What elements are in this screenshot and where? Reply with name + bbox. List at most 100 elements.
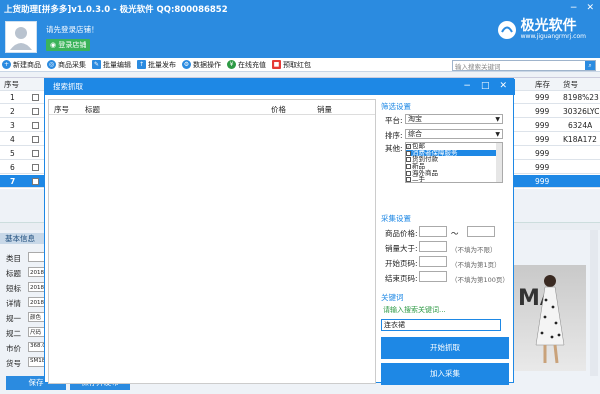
- batch-edit-button[interactable]: ✎ 批量编辑: [92, 60, 131, 70]
- platform-value: 淘宝: [408, 115, 422, 123]
- field-label: 短标: [6, 284, 21, 293]
- row-sku: 6324A: [568, 120, 593, 130]
- search-placeholder: 输入搜索关键词: [455, 62, 501, 71]
- option-item[interactable]: 二手: [406, 175, 502, 183]
- redpacket-button[interactable]: ■ 预取红包: [272, 60, 311, 70]
- search-input[interactable]: 输入搜索关键词 ⌕: [452, 60, 596, 71]
- end-page-input[interactable]: [419, 271, 447, 282]
- row-stock: 999: [535, 106, 550, 116]
- user-icon: [10, 27, 32, 50]
- field-label: 市价: [6, 344, 21, 353]
- row-sku: 30326LYC: [563, 106, 600, 116]
- collect-section-title: 采集设置: [381, 214, 411, 223]
- field-label: 标题: [6, 269, 21, 278]
- app-title: 上货助理[拼多多]v1.0.3.0 - 极光软件 QQ:800086852: [4, 5, 228, 15]
- toolbar-label: 在线充值: [238, 60, 266, 69]
- batch-publish-button[interactable]: ↑ 批量发布: [137, 60, 176, 70]
- dialog-maximize-button[interactable]: □: [481, 81, 490, 91]
- price-min-input[interactable]: [419, 226, 447, 237]
- publish-icon: ↑: [137, 60, 146, 69]
- platform-label: 平台:: [385, 116, 403, 125]
- recharge-button[interactable]: ¥ 在线充值: [227, 60, 266, 70]
- other-label: 其他:: [385, 144, 403, 153]
- login-hint: 请先登录店铺！: [46, 25, 99, 34]
- person-icon: ◉: [50, 41, 57, 49]
- row-stock: 999: [535, 134, 550, 144]
- vertical-scrollbar[interactable]: [590, 230, 598, 376]
- sales-min-input[interactable]: [419, 241, 447, 252]
- minimize-button[interactable]: −: [570, 3, 578, 13]
- field-label: 详情: [6, 299, 21, 308]
- header-divider: [49, 114, 375, 115]
- chevron-down-icon: ▼: [495, 116, 500, 123]
- row-seq: 7: [10, 176, 16, 186]
- col-sku: 货号: [563, 79, 578, 89]
- basic-info-tab[interactable]: 基本信息: [0, 233, 46, 244]
- filter-section-title: 筛选设置: [381, 102, 411, 111]
- search-capture-dialog: 搜索抓取 − □ ✕ 序号 标题 价格 销量 筛选设置 平台: 淘宝 ▼ 排序: …: [44, 78, 515, 385]
- row-seq: 5: [10, 148, 15, 158]
- search-icon[interactable]: ⌕: [585, 61, 595, 70]
- row-stock: 999: [535, 162, 550, 172]
- data-ops-button[interactable]: ⚙ 数据操作: [182, 60, 221, 70]
- start-page-input[interactable]: [419, 256, 447, 267]
- list-scrollbar[interactable]: [496, 143, 502, 182]
- row-checkbox[interactable]: [32, 135, 39, 143]
- field-label: 规二: [6, 329, 21, 338]
- row-checkbox[interactable]: [32, 149, 39, 157]
- checkbox-icon[interactable]: [406, 170, 411, 176]
- dialog-close-button[interactable]: ✕: [499, 81, 507, 91]
- other-options-list[interactable]: ✓包邮 ✓消费者保障服务 货到付款 新品 海外商品 二手 天猫: [405, 142, 503, 183]
- avatar[interactable]: [5, 21, 37, 53]
- end-page-label: 结束页码:: [385, 274, 418, 283]
- field-label: 规一: [6, 314, 21, 323]
- row-checkbox[interactable]: [32, 93, 39, 101]
- price-max-input[interactable]: [467, 226, 495, 237]
- dialog-minimize-button[interactable]: −: [463, 81, 471, 91]
- keyword-input[interactable]: 连衣裙: [381, 319, 501, 331]
- toolbar-label: 数据操作: [193, 60, 221, 69]
- sort-value: 综合: [408, 130, 422, 138]
- add-to-collect-button[interactable]: 加入采集: [381, 363, 509, 385]
- sales-label: 销量大于:: [385, 244, 418, 253]
- start-page-hint: （不填为第1页）: [451, 261, 501, 269]
- checkbox-icon[interactable]: [406, 177, 411, 182]
- col-stock: 库存: [535, 79, 550, 89]
- settings-panel: 筛选设置 平台: 淘宝 ▼ 排序: 综合 ▼ 其他: ✓ 包邮 ✓ 消费者保障服务 货到…: [381, 97, 513, 385]
- toolbar-label: 预取红包: [283, 60, 311, 69]
- row-seq: 4: [10, 134, 15, 144]
- checkbox-icon[interactable]: [406, 163, 411, 169]
- checkbox-checked-icon[interactable]: ✓: [406, 143, 411, 149]
- checkbox-icon[interactable]: [406, 157, 411, 163]
- row-checkbox[interactable]: [32, 163, 39, 171]
- option-label: 二手: [412, 175, 425, 183]
- field-label: 类目: [6, 254, 21, 263]
- platform-select[interactable]: 淘宝 ▼: [405, 114, 503, 124]
- row-stock: 999: [535, 92, 550, 102]
- row-checkbox[interactable]: [32, 177, 39, 185]
- start-capture-button[interactable]: 开始抓取: [381, 337, 509, 359]
- collect-product-button[interactable]: ◎ 商品采集: [47, 60, 86, 70]
- login-button-label: 登录店铺: [58, 41, 87, 49]
- login-shop-button[interactable]: ◉ 登录店铺: [46, 39, 91, 51]
- close-button[interactable]: ✕: [586, 3, 594, 13]
- keyword-section-title: 关键词: [381, 293, 404, 302]
- keyword-hint: 请输入搜索关键词...: [383, 306, 446, 314]
- result-table: 序号 标题 价格 销量: [48, 99, 376, 384]
- brand-logo: 极光软件 www.jiguangrmrj.com: [497, 19, 586, 40]
- edit-icon: ✎: [92, 60, 101, 69]
- dialog-title: 搜索抓取: [45, 79, 515, 95]
- row-stock: 999: [535, 148, 550, 158]
- redpacket-icon: ■: [272, 60, 281, 69]
- row-checkbox[interactable]: [32, 107, 39, 115]
- end-page-hint: （不填为第100页）: [451, 276, 509, 284]
- toolbar-label: 批量编辑: [103, 60, 131, 69]
- product-photo: MA: [518, 275, 565, 364]
- recharge-icon: ¥: [227, 60, 236, 69]
- row-seq: 1: [10, 92, 15, 102]
- row-checkbox[interactable]: [32, 121, 39, 129]
- sort-select[interactable]: 综合 ▼: [405, 129, 503, 139]
- checkbox-checked-icon[interactable]: ✓: [406, 150, 411, 156]
- new-product-button[interactable]: + 新建商品: [2, 60, 41, 70]
- collect-icon: ◎: [47, 60, 56, 69]
